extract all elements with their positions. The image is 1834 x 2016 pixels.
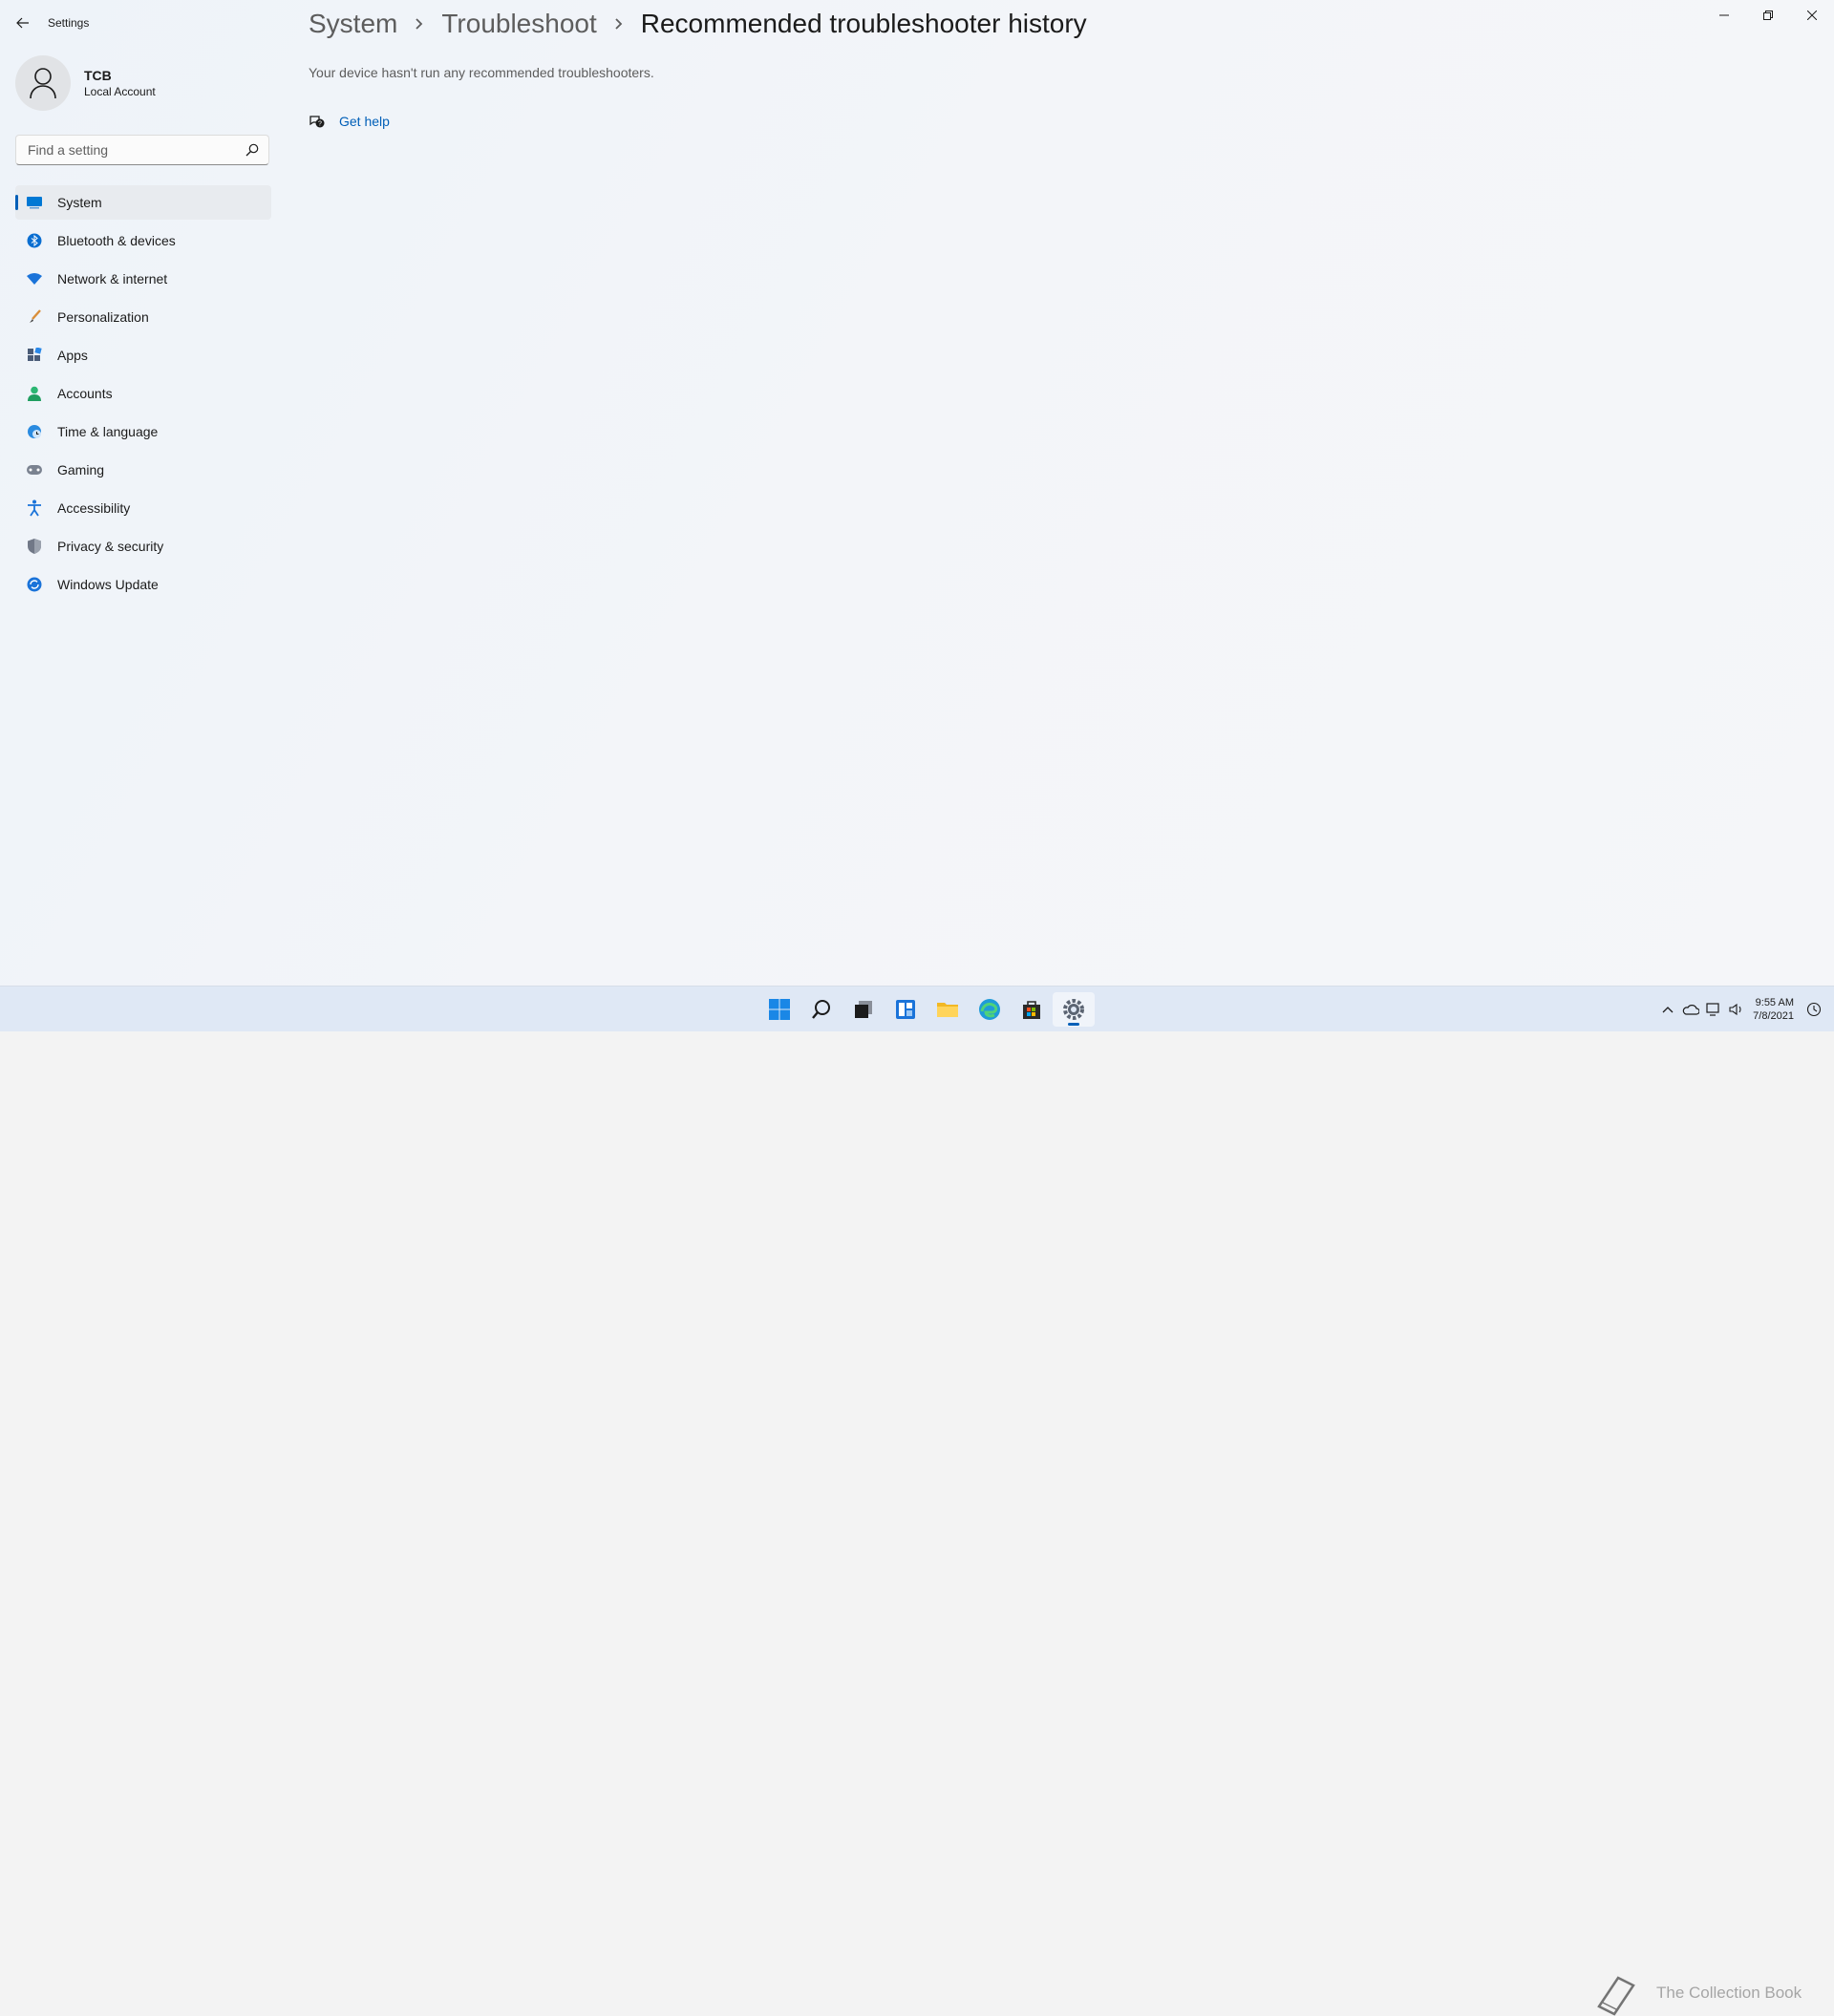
breadcrumb-system[interactable]: System bbox=[309, 9, 397, 39]
store-icon bbox=[1023, 1001, 1040, 1019]
chevron-right-icon bbox=[614, 17, 624, 31]
settings-icon bbox=[1063, 999, 1084, 1020]
restore-button[interactable] bbox=[1746, 0, 1790, 31]
back-button[interactable] bbox=[11, 11, 34, 34]
edge-icon bbox=[979, 999, 1000, 1020]
taskbar: The Collection Book 9:55 AM 7/8/2021 bbox=[0, 986, 1834, 2016]
window-controls bbox=[1702, 0, 1834, 31]
notifications-button[interactable] bbox=[1803, 999, 1824, 1020]
sidebar-item-label: Apps bbox=[57, 348, 88, 363]
breadcrumb: System Troubleshoot Recommended troubles… bbox=[309, 9, 1087, 39]
page-title: Recommended troubleshooter history bbox=[640, 9, 1087, 38]
onedrive-button[interactable] bbox=[1680, 999, 1701, 1020]
task-view-button[interactable] bbox=[842, 992, 885, 1027]
profile-name: TCB bbox=[84, 68, 112, 83]
gamepad-icon bbox=[25, 460, 44, 479]
widgets-icon bbox=[896, 1000, 915, 1019]
minimize-button[interactable] bbox=[1702, 0, 1746, 31]
store-button[interactable] bbox=[1011, 992, 1053, 1027]
sidebar-item-time-language[interactable]: Time & language bbox=[15, 414, 271, 449]
sidebar-item-privacy[interactable]: Privacy & security bbox=[15, 529, 271, 563]
profile-account-type: Local Account bbox=[84, 85, 156, 98]
clock-time: 9:55 AM bbox=[1755, 997, 1794, 1008]
sidebar-nav: System Bluetooth & devices Network & int… bbox=[15, 185, 271, 605]
chevron-up-icon bbox=[1662, 1007, 1674, 1013]
sidebar-item-apps[interactable]: Apps bbox=[15, 338, 271, 372]
minimize-icon bbox=[1719, 14, 1729, 16]
user-profile[interactable]: TCB Local Account bbox=[15, 55, 156, 111]
help-chat-icon: ? bbox=[309, 116, 325, 128]
taskbar-apps bbox=[758, 992, 1095, 1027]
search-input[interactable] bbox=[26, 141, 240, 159]
sidebar-item-label: Gaming bbox=[57, 462, 105, 477]
sidebar-item-label: Privacy & security bbox=[57, 539, 164, 554]
sidebar-item-accessibility[interactable]: Accessibility bbox=[15, 491, 271, 525]
task-view-icon bbox=[855, 1001, 872, 1018]
sidebar-item-network[interactable]: Network & internet bbox=[15, 262, 271, 296]
volume-button[interactable] bbox=[1726, 999, 1747, 1020]
cloud-icon bbox=[1682, 1005, 1700, 1015]
accessibility-icon bbox=[25, 499, 44, 518]
search-icon[interactable] bbox=[245, 143, 259, 157]
start-button[interactable] bbox=[758, 992, 800, 1027]
file-explorer-button[interactable] bbox=[927, 992, 969, 1027]
watermark-text: The Collection Book bbox=[1656, 1984, 1802, 2002]
sidebar-item-label: Windows Update bbox=[57, 577, 159, 592]
sidebar-item-personalization[interactable]: Personalization bbox=[15, 300, 271, 334]
notification-clock-icon bbox=[1806, 1002, 1822, 1017]
clock[interactable]: 9:55 AM 7/8/2021 bbox=[1753, 996, 1794, 1023]
apps-icon bbox=[25, 346, 44, 365]
file-explorer-icon bbox=[937, 1003, 958, 1017]
widgets-button[interactable] bbox=[885, 992, 927, 1027]
wifi-icon bbox=[25, 269, 44, 288]
monitor-icon bbox=[25, 193, 44, 212]
settings-button[interactable] bbox=[1053, 992, 1095, 1027]
network-icon bbox=[1706, 1003, 1719, 1016]
status-message: Your device hasn't run any recommended t… bbox=[309, 65, 654, 80]
restore-icon bbox=[1763, 11, 1773, 20]
taskbar-search-button[interactable] bbox=[800, 992, 842, 1027]
bluetooth-icon bbox=[25, 231, 44, 250]
close-icon bbox=[1807, 11, 1817, 20]
sidebar-item-label: Network & internet bbox=[57, 271, 168, 286]
tray-overflow-button[interactable] bbox=[1657, 999, 1678, 1020]
sidebar-item-windows-update[interactable]: Windows Update bbox=[15, 567, 271, 602]
sidebar-item-label: Personalization bbox=[57, 309, 149, 325]
sidebar-item-label: Time & language bbox=[57, 424, 159, 439]
svg-text:?: ? bbox=[318, 121, 322, 128]
chevron-right-icon bbox=[415, 17, 424, 31]
avatar bbox=[15, 55, 71, 111]
close-button[interactable] bbox=[1790, 0, 1834, 31]
sidebar-item-accounts[interactable]: Accounts bbox=[15, 376, 271, 411]
edge-button[interactable] bbox=[969, 992, 1011, 1027]
globe-clock-icon bbox=[25, 422, 44, 441]
sidebar-item-gaming[interactable]: Gaming bbox=[15, 453, 271, 487]
brush-icon bbox=[25, 308, 44, 327]
sidebar-item-bluetooth[interactable]: Bluetooth & devices bbox=[15, 223, 271, 258]
breadcrumb-troubleshoot[interactable]: Troubleshoot bbox=[441, 9, 596, 39]
search-icon bbox=[812, 1000, 830, 1019]
sidebar-item-label: System bbox=[57, 195, 102, 210]
system-tray: 9:55 AM 7/8/2021 bbox=[1655, 987, 1824, 1032]
speaker-icon bbox=[1729, 1003, 1741, 1016]
shield-icon bbox=[25, 537, 44, 556]
search-box bbox=[15, 135, 269, 165]
update-icon bbox=[25, 575, 44, 594]
book-watermark-icon bbox=[1597, 1976, 1635, 2016]
back-arrow-icon bbox=[16, 17, 29, 29]
sidebar-item-label: Accounts bbox=[57, 386, 113, 401]
get-help-link[interactable]: ? Get help bbox=[309, 113, 390, 130]
get-help-label: Get help bbox=[339, 114, 390, 129]
app-title: Settings bbox=[48, 16, 90, 30]
user-icon bbox=[30, 68, 56, 99]
clock-date: 7/8/2021 bbox=[1753, 1010, 1794, 1022]
sidebar-item-system[interactable]: System bbox=[15, 185, 271, 220]
sidebar-item-label: Accessibility bbox=[57, 500, 131, 516]
settings-window: Settings TCB Local Account Find a settin… bbox=[0, 0, 1834, 986]
sidebar-item-label: Bluetooth & devices bbox=[57, 233, 176, 248]
person-icon bbox=[25, 384, 44, 403]
network-button[interactable] bbox=[1703, 999, 1724, 1020]
start-icon bbox=[769, 999, 790, 1020]
